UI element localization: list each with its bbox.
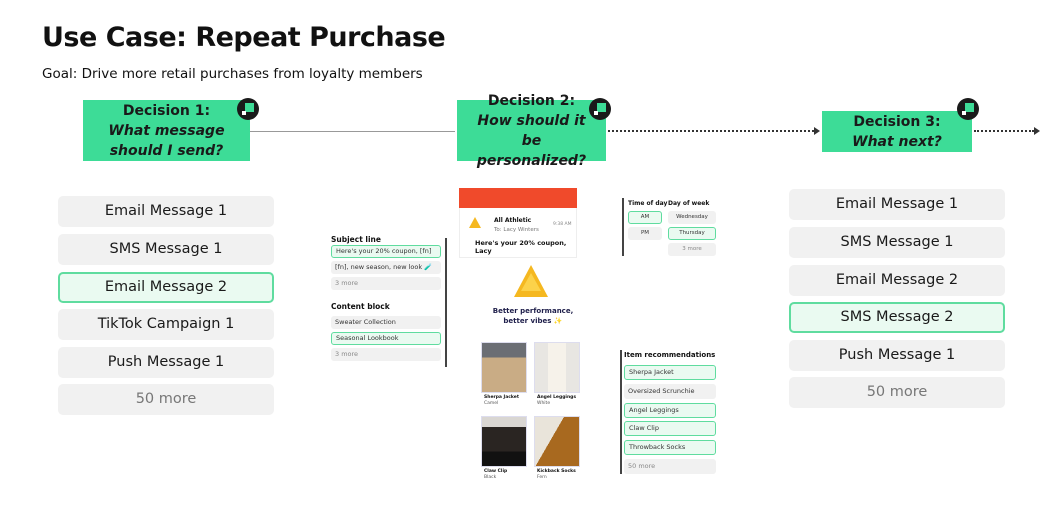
decision-3-box: Decision 3: What next? — [822, 111, 972, 152]
item-recommendations-header: Item recommendations — [624, 351, 716, 359]
time-option-am[interactable]: AM — [628, 211, 662, 224]
arrow-icon — [1034, 127, 1040, 135]
product-caption: Sherpa Jacket Camel — [484, 395, 519, 407]
subject-more[interactable]: 3 more — [331, 277, 441, 290]
option-sms-message-1[interactable]: SMS Message 1 — [58, 234, 274, 265]
option-push-message-1[interactable]: Push Message 1 — [58, 347, 274, 378]
brand-triangle-icon — [469, 217, 481, 228]
decision-question: What message should I send? — [108, 122, 225, 159]
brand-logo-icon — [589, 98, 611, 120]
content-block-header: Content block — [331, 302, 390, 311]
item-option[interactable]: Angel Leggings — [624, 403, 716, 418]
product-name: Angel Leggings — [537, 395, 577, 400]
email-time: 9:38 AM — [553, 222, 572, 227]
email-subject: Here's your 20% coupon, Lacy — [475, 239, 567, 255]
decision-1-box: Decision 1: What message should I send? — [83, 100, 250, 161]
product-name: Claw Clip — [484, 469, 508, 474]
dotted-connector — [974, 130, 1034, 132]
brand-logo-icon — [237, 98, 259, 120]
product-image-kickback-socks — [534, 416, 580, 467]
option-tiktok-campaign-1[interactable]: TikTok Campaign 1 — [58, 309, 274, 340]
product-image-angel-leggings — [534, 342, 580, 393]
option-sms-message-2[interactable]: SMS Message 2 — [789, 302, 1005, 333]
email-sender: All Athletic — [494, 217, 532, 224]
product-image-sherpa-jacket — [481, 342, 527, 393]
divider — [445, 309, 447, 367]
option-email-message-2[interactable]: Email Message 2 — [789, 265, 1005, 296]
divider — [620, 350, 622, 474]
decision-label: Decision 3: — [853, 113, 941, 130]
option-email-message-1[interactable]: Email Message 1 — [789, 189, 1005, 220]
product-variant: Camel — [484, 401, 499, 406]
option-more[interactable]: 50 more — [58, 384, 274, 415]
option-sms-message-1[interactable]: SMS Message 1 — [789, 227, 1005, 258]
divider — [622, 198, 624, 256]
product-variant: Fern — [537, 475, 547, 480]
time-of-day-header: Time of day — [628, 200, 668, 207]
item-option[interactable]: Oversized Scrunchie — [624, 384, 716, 399]
subject-option[interactable]: Here's your 20% coupon, [fn] — [331, 245, 441, 258]
product-caption: Kickback Socks Fern — [537, 469, 576, 481]
page-title: Use Case: Repeat Purchase — [42, 22, 446, 53]
brand-logo-icon — [957, 98, 979, 120]
product-name: Sherpa Jacket — [484, 395, 519, 400]
day-more[interactable]: 3 more — [668, 243, 716, 256]
decision-label: Decision 1: — [122, 102, 211, 119]
product-variant: White — [537, 401, 551, 406]
email-tagline: Better performance, better vibes ✨ — [492, 307, 574, 325]
option-push-message-1[interactable]: Push Message 1 — [789, 340, 1005, 371]
option-email-message-1[interactable]: Email Message 1 — [58, 196, 274, 227]
goal-text: Goal: Drive more retail purchases from l… — [42, 66, 423, 82]
option-email-message-2[interactable]: Email Message 2 — [58, 272, 274, 303]
connector-line — [250, 131, 455, 132]
decision-question: What next? — [852, 133, 942, 150]
content-option[interactable]: Sweater Collection — [331, 316, 441, 329]
email-preview-card: All Athletic To: Lacy Winters 9:38 AM He… — [459, 208, 577, 258]
decision-label: Decision 2: — [487, 92, 576, 109]
item-option[interactable]: Claw Clip — [624, 421, 716, 436]
time-option-pm[interactable]: PM — [628, 227, 662, 240]
content-more[interactable]: 3 more — [331, 348, 441, 361]
dotted-connector — [608, 130, 814, 132]
product-caption: Angel Leggings White — [537, 395, 576, 407]
product-caption: Claw Clip Black — [484, 469, 507, 481]
option-more[interactable]: 50 more — [789, 377, 1005, 408]
item-option[interactable]: Throwback Socks — [624, 440, 716, 455]
item-option[interactable]: Sherpa Jacket — [624, 365, 716, 380]
content-option[interactable]: Seasonal Lookbook — [331, 332, 441, 345]
subject-line-header: Subject line — [331, 235, 381, 244]
arrow-icon — [814, 127, 820, 135]
email-to: To: Lacy Winters — [494, 227, 539, 233]
product-name: Kickback Socks — [537, 469, 576, 474]
decision-2-box: Decision 2: How should it be personalize… — [457, 93, 606, 169]
brand-logo-large-icon — [514, 265, 548, 297]
day-option-wednesday[interactable]: Wednesday — [668, 211, 716, 224]
day-of-week-header: Day of week — [668, 200, 710, 207]
item-more[interactable]: 50 more — [624, 459, 716, 474]
product-image-claw-clip — [481, 416, 527, 467]
divider — [445, 238, 447, 310]
email-header-bar — [459, 188, 577, 208]
day-option-thursday[interactable]: Thursday — [668, 227, 716, 240]
subject-option[interactable]: [fn], new season, new look 🧪 — [331, 261, 441, 274]
product-variant: Black — [484, 475, 497, 480]
decision-question: How should it be personalized? — [476, 112, 587, 169]
